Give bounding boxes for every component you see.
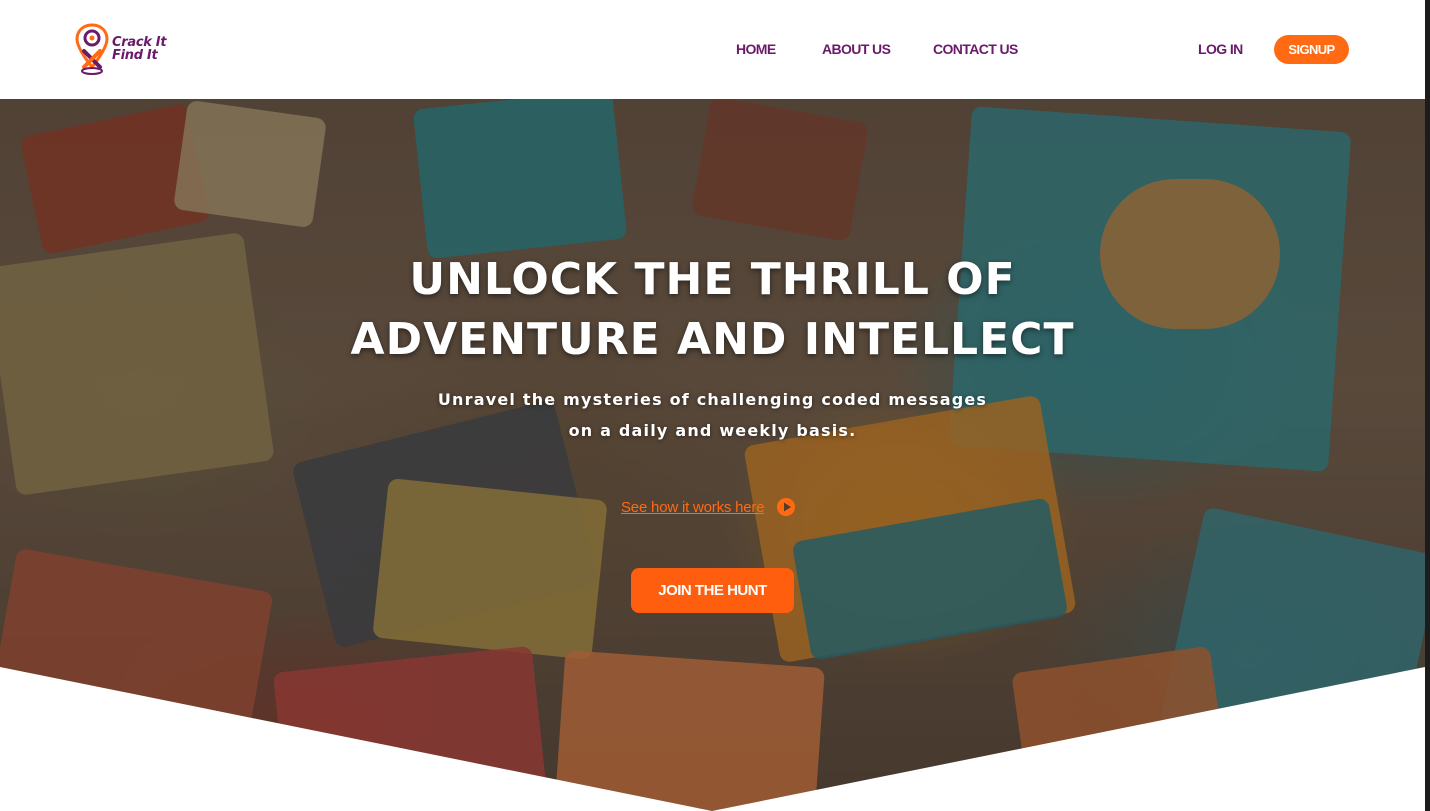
- join-the-hunt-button[interactable]: JOIN THE HUNT: [631, 568, 794, 613]
- page: Crack It Find It HOME ABOUT US CONTACT U…: [0, 0, 1425, 811]
- hero-section: Unlock the thrill of adventure and intel…: [0, 99, 1425, 811]
- hero-title-line-2: adventure and intellect: [350, 314, 1075, 365]
- play-circle-icon: [777, 498, 796, 516]
- nav-contact-us[interactable]: CONTACT US: [933, 41, 1018, 57]
- hero-title-line-1: Unlock the thrill of: [409, 254, 1016, 305]
- hero-title: Unlock the thrill of adventure and intel…: [0, 250, 1425, 370]
- hero-subtitle: Unravel the mysteries of challenging cod…: [437, 390, 988, 440]
- nav-home[interactable]: HOME: [736, 41, 776, 57]
- map-pin-magnifier-icon: [75, 23, 109, 75]
- window-edge: [1425, 0, 1430, 811]
- site-header: Crack It Find It HOME ABOUT US CONTACT U…: [0, 0, 1425, 99]
- logo-line-2: Find It: [112, 48, 158, 63]
- signup-button[interactable]: SIGNUP: [1274, 35, 1349, 64]
- logo-text: Crack It Find It: [112, 36, 167, 63]
- login-link[interactable]: LOG IN: [1198, 41, 1243, 57]
- how-it-works-link[interactable]: See how it works here: [621, 497, 796, 517]
- logo[interactable]: Crack It Find It: [74, 20, 184, 78]
- hero-bottom-divider: [0, 667, 1425, 811]
- how-it-works-label: See how it works here: [621, 498, 765, 516]
- nav-about-us[interactable]: ABOUT US: [822, 41, 891, 57]
